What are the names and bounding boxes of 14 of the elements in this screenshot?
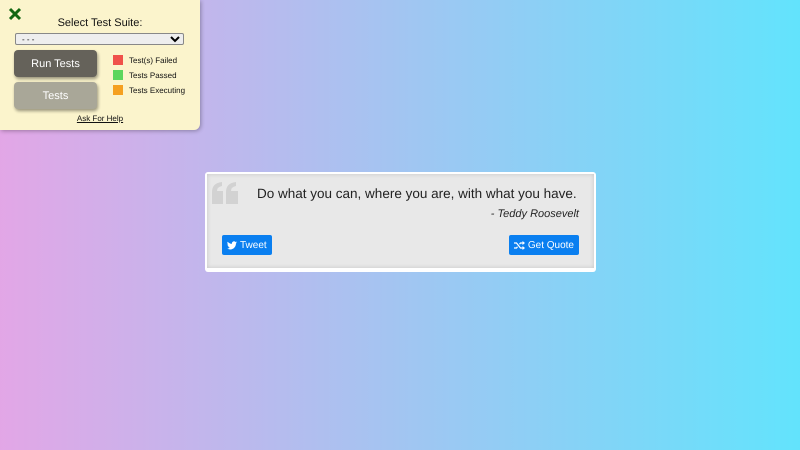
quote-author: - Teddy Roosevelt [490,208,579,220]
close-icon[interactable] [8,7,22,21]
help-link[interactable]: Ask For Help [8,114,192,123]
shuffle-icon [514,240,525,250]
legend-label: Tests Executing [129,86,186,94]
tweet-button[interactable]: Tweet [222,235,272,255]
legend-label: Test(s) Failed [129,56,178,64]
suite-select[interactable]: - - - [15,33,184,45]
legend-label: Tests Passed [129,70,177,80]
panel-title: Select Test Suite: [56,17,144,29]
run-tests-button[interactable]: Run Tests [14,50,97,77]
get-quote-button[interactable]: Get Quote [508,235,579,255]
bird-icon [227,240,237,250]
quote-text: Do what you can, where you are, with what you have. [257,186,578,201]
